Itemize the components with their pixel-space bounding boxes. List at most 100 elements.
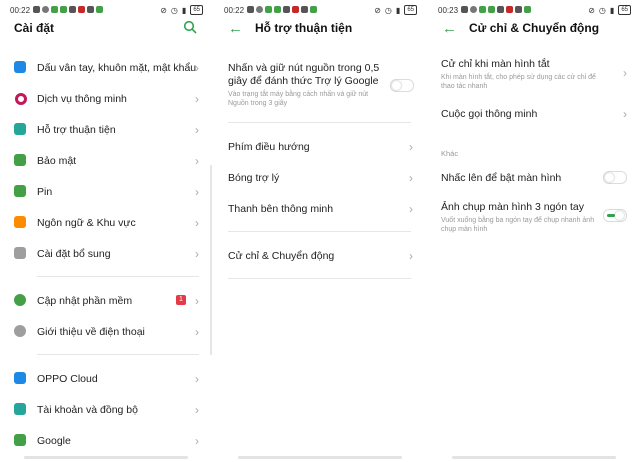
update-icon: [14, 294, 26, 306]
notification-icons: [33, 6, 103, 13]
settings-item-label: Tài khoản và đồng bộ: [37, 404, 138, 416]
section-divider: [37, 354, 199, 355]
settings-item-label: OPPO Cloud: [37, 373, 98, 385]
settings-item-label: Pin: [37, 186, 53, 198]
chevron-right-icon: ›: [195, 154, 199, 168]
page-title: Hỗ trợ thuận tiện: [255, 21, 353, 35]
settings-item-smart-service[interactable]: Dịch vụ thông minh ›: [0, 86, 211, 112]
status-time: 00:22: [224, 6, 245, 15]
home-indicator[interactable]: [24, 456, 188, 459]
settings-item-oppo-cloud[interactable]: OPPO Cloud ›: [0, 366, 211, 392]
assistive-ball-item[interactable]: Bóng trợ lý ›: [214, 165, 425, 191]
assistive-ball-label: Bóng trợ lý: [228, 172, 280, 184]
power-setting-title: Nhấn và giữ nút nguồn trong 0,5 giây để …: [228, 62, 380, 87]
page-title: Cử chỉ & Chuyển động: [469, 21, 600, 35]
back-arrow-icon[interactable]: ←: [442, 21, 457, 37]
settings-item-label: Giới thiệu về điện thoại: [37, 326, 145, 338]
settings-item-label: Hỗ trợ thuận tiện: [37, 124, 116, 136]
settings-item-fingerprint[interactable]: Dấu vân tay, khuôn mặt, mật khẩu ›: [0, 55, 211, 81]
hand-icon: [14, 123, 26, 135]
three-finger-screenshot-label: Ảnh chụp màn hình 3 ngón tay: [441, 201, 585, 213]
battery-icon: 65: [618, 5, 631, 15]
google-icon: [14, 434, 26, 446]
back-arrow-icon[interactable]: ←: [228, 21, 243, 37]
mute-icon: ⊘: [374, 5, 381, 15]
signal-icon: ▮: [395, 5, 401, 15]
battery-icon: 65: [190, 5, 203, 15]
section-divider: [37, 276, 199, 277]
settings-item-software-update[interactable]: Cập nhật phần mềm 1 ›: [0, 288, 211, 314]
battery-icon: 65: [404, 5, 417, 15]
chevron-right-icon: ›: [195, 123, 199, 137]
nav-keys-item[interactable]: Phím điều hướng ›: [214, 134, 425, 160]
chevron-right-icon: ›: [409, 140, 413, 154]
status-right: ⊘ ◷ ▮ 65: [374, 5, 417, 15]
status-time: 00:22: [10, 6, 31, 15]
settings-item-label: Cài đặt bổ sung: [37, 248, 111, 260]
settings-item-label: Dấu vân tay, khuôn mặt, mật khẩu: [37, 62, 197, 74]
settings-item-label: Bảo mật: [37, 155, 77, 167]
settings-item-label: Cập nhật phần mềm: [37, 295, 133, 307]
status-bar: 00:22 ⊘ ◷ ▮ 65: [214, 0, 425, 20]
settings-item-accounts-sync[interactable]: Tài khoản và đồng bộ ›: [0, 397, 211, 423]
settings-item-label: Ngôn ngữ & Khu vực: [37, 217, 136, 229]
settings-item-about-phone[interactable]: Giới thiệu về điện thoại ›: [0, 319, 211, 345]
shield-icon: [14, 154, 26, 166]
chevron-right-icon: ›: [195, 92, 199, 106]
power-assistant-toggle[interactable]: [390, 79, 414, 92]
chevron-right-icon: ›: [195, 294, 199, 308]
status-right: ⊘ ◷ ▮ 65: [160, 5, 203, 15]
cloud-icon: [14, 372, 26, 384]
home-indicator[interactable]: [238, 456, 402, 459]
settings-item-additional[interactable]: Cài đặt bổ sung ›: [0, 241, 211, 267]
fingerprint-icon: [14, 61, 26, 73]
smart-call-item[interactable]: Cuộc gọi thông minh ›: [428, 101, 639, 127]
gear-icon: [14, 247, 26, 259]
chevron-right-icon: ›: [195, 325, 199, 339]
battery-icon: [14, 185, 26, 197]
chevron-right-icon: ›: [623, 107, 627, 121]
gestures-motions-item[interactable]: Cử chỉ & Chuyển động ›: [214, 243, 425, 269]
chevron-right-icon: ›: [195, 216, 199, 230]
settings-item-battery[interactable]: Pin ›: [0, 179, 211, 205]
update-badge: 1: [176, 295, 186, 305]
status-right: ⊘ ◷ ▮ 65: [588, 5, 631, 15]
screen-off-gestures-label: Cử chỉ khi màn hình tắt: [441, 58, 550, 70]
three-finger-screenshot-description: Vuốt xuống bằng ba ngón tay để chụp nhan…: [441, 217, 595, 233]
language-icon: [14, 216, 26, 228]
notification-icons: [461, 6, 531, 13]
screen-off-gestures-description: Khi màn hình tắt, cho phép sử dụng các c…: [441, 74, 596, 90]
section-divider: [228, 231, 411, 232]
chevron-right-icon: ›: [409, 202, 413, 216]
chevron-right-icon: ›: [623, 66, 627, 80]
chevron-right-icon: ›: [409, 249, 413, 263]
section-header-other: Khác: [441, 149, 459, 158]
home-indicator[interactable]: [452, 456, 616, 459]
page-title: Cài đặt: [14, 21, 55, 35]
settings-item-google[interactable]: Google ›: [0, 428, 211, 454]
account-icon: [14, 403, 26, 415]
power-setting-description: Vào trạng tắt máy bằng cách nhấn và giữ …: [228, 91, 369, 107]
chevron-right-icon: ›: [195, 434, 199, 448]
nav-keys-label: Phím điều hướng: [228, 141, 310, 153]
scroll-indicator: [210, 165, 212, 355]
settings-item-language[interactable]: Ngôn ngữ & Khu vực ›: [0, 210, 211, 236]
search-icon[interactable]: [183, 20, 197, 39]
three-finger-screenshot-toggle[interactable]: [603, 209, 627, 222]
settings-item-label: Google: [37, 435, 71, 447]
signal-icon: ▮: [181, 5, 187, 15]
smart-sidebar-label: Thanh bên thông minh: [228, 203, 334, 215]
raise-to-wake-item[interactable]: Nhấc lên để bật màn hình: [428, 165, 639, 191]
settings-screen: 00:22 ⊘ ◷ ▮ 65 Cài đặt Dấu vân tay, khuô…: [0, 0, 211, 462]
settings-item-security[interactable]: Bảo mật ›: [0, 148, 211, 174]
settings-item-convenience[interactable]: Hỗ trợ thuận tiện ›: [0, 117, 211, 143]
smart-sidebar-item[interactable]: Thanh bên thông minh ›: [214, 196, 425, 222]
gestures-screen: 00:23 ⊘ ◷ ▮ 65 ← Cử chỉ & Chuyển động Cử…: [428, 0, 639, 462]
chevron-right-icon: ›: [195, 185, 199, 199]
signal-icon: ▮: [609, 5, 615, 15]
chevron-right-icon: ›: [195, 372, 199, 386]
raise-to-wake-toggle[interactable]: [603, 171, 627, 184]
raise-to-wake-label: Nhấc lên để bật màn hình: [441, 172, 562, 184]
settings-item-label: Dịch vụ thông minh: [37, 93, 127, 105]
convenience-screen: 00:22 ⊘ ◷ ▮ 65 ← Hỗ trợ thuận tiện Nhấn …: [214, 0, 425, 462]
